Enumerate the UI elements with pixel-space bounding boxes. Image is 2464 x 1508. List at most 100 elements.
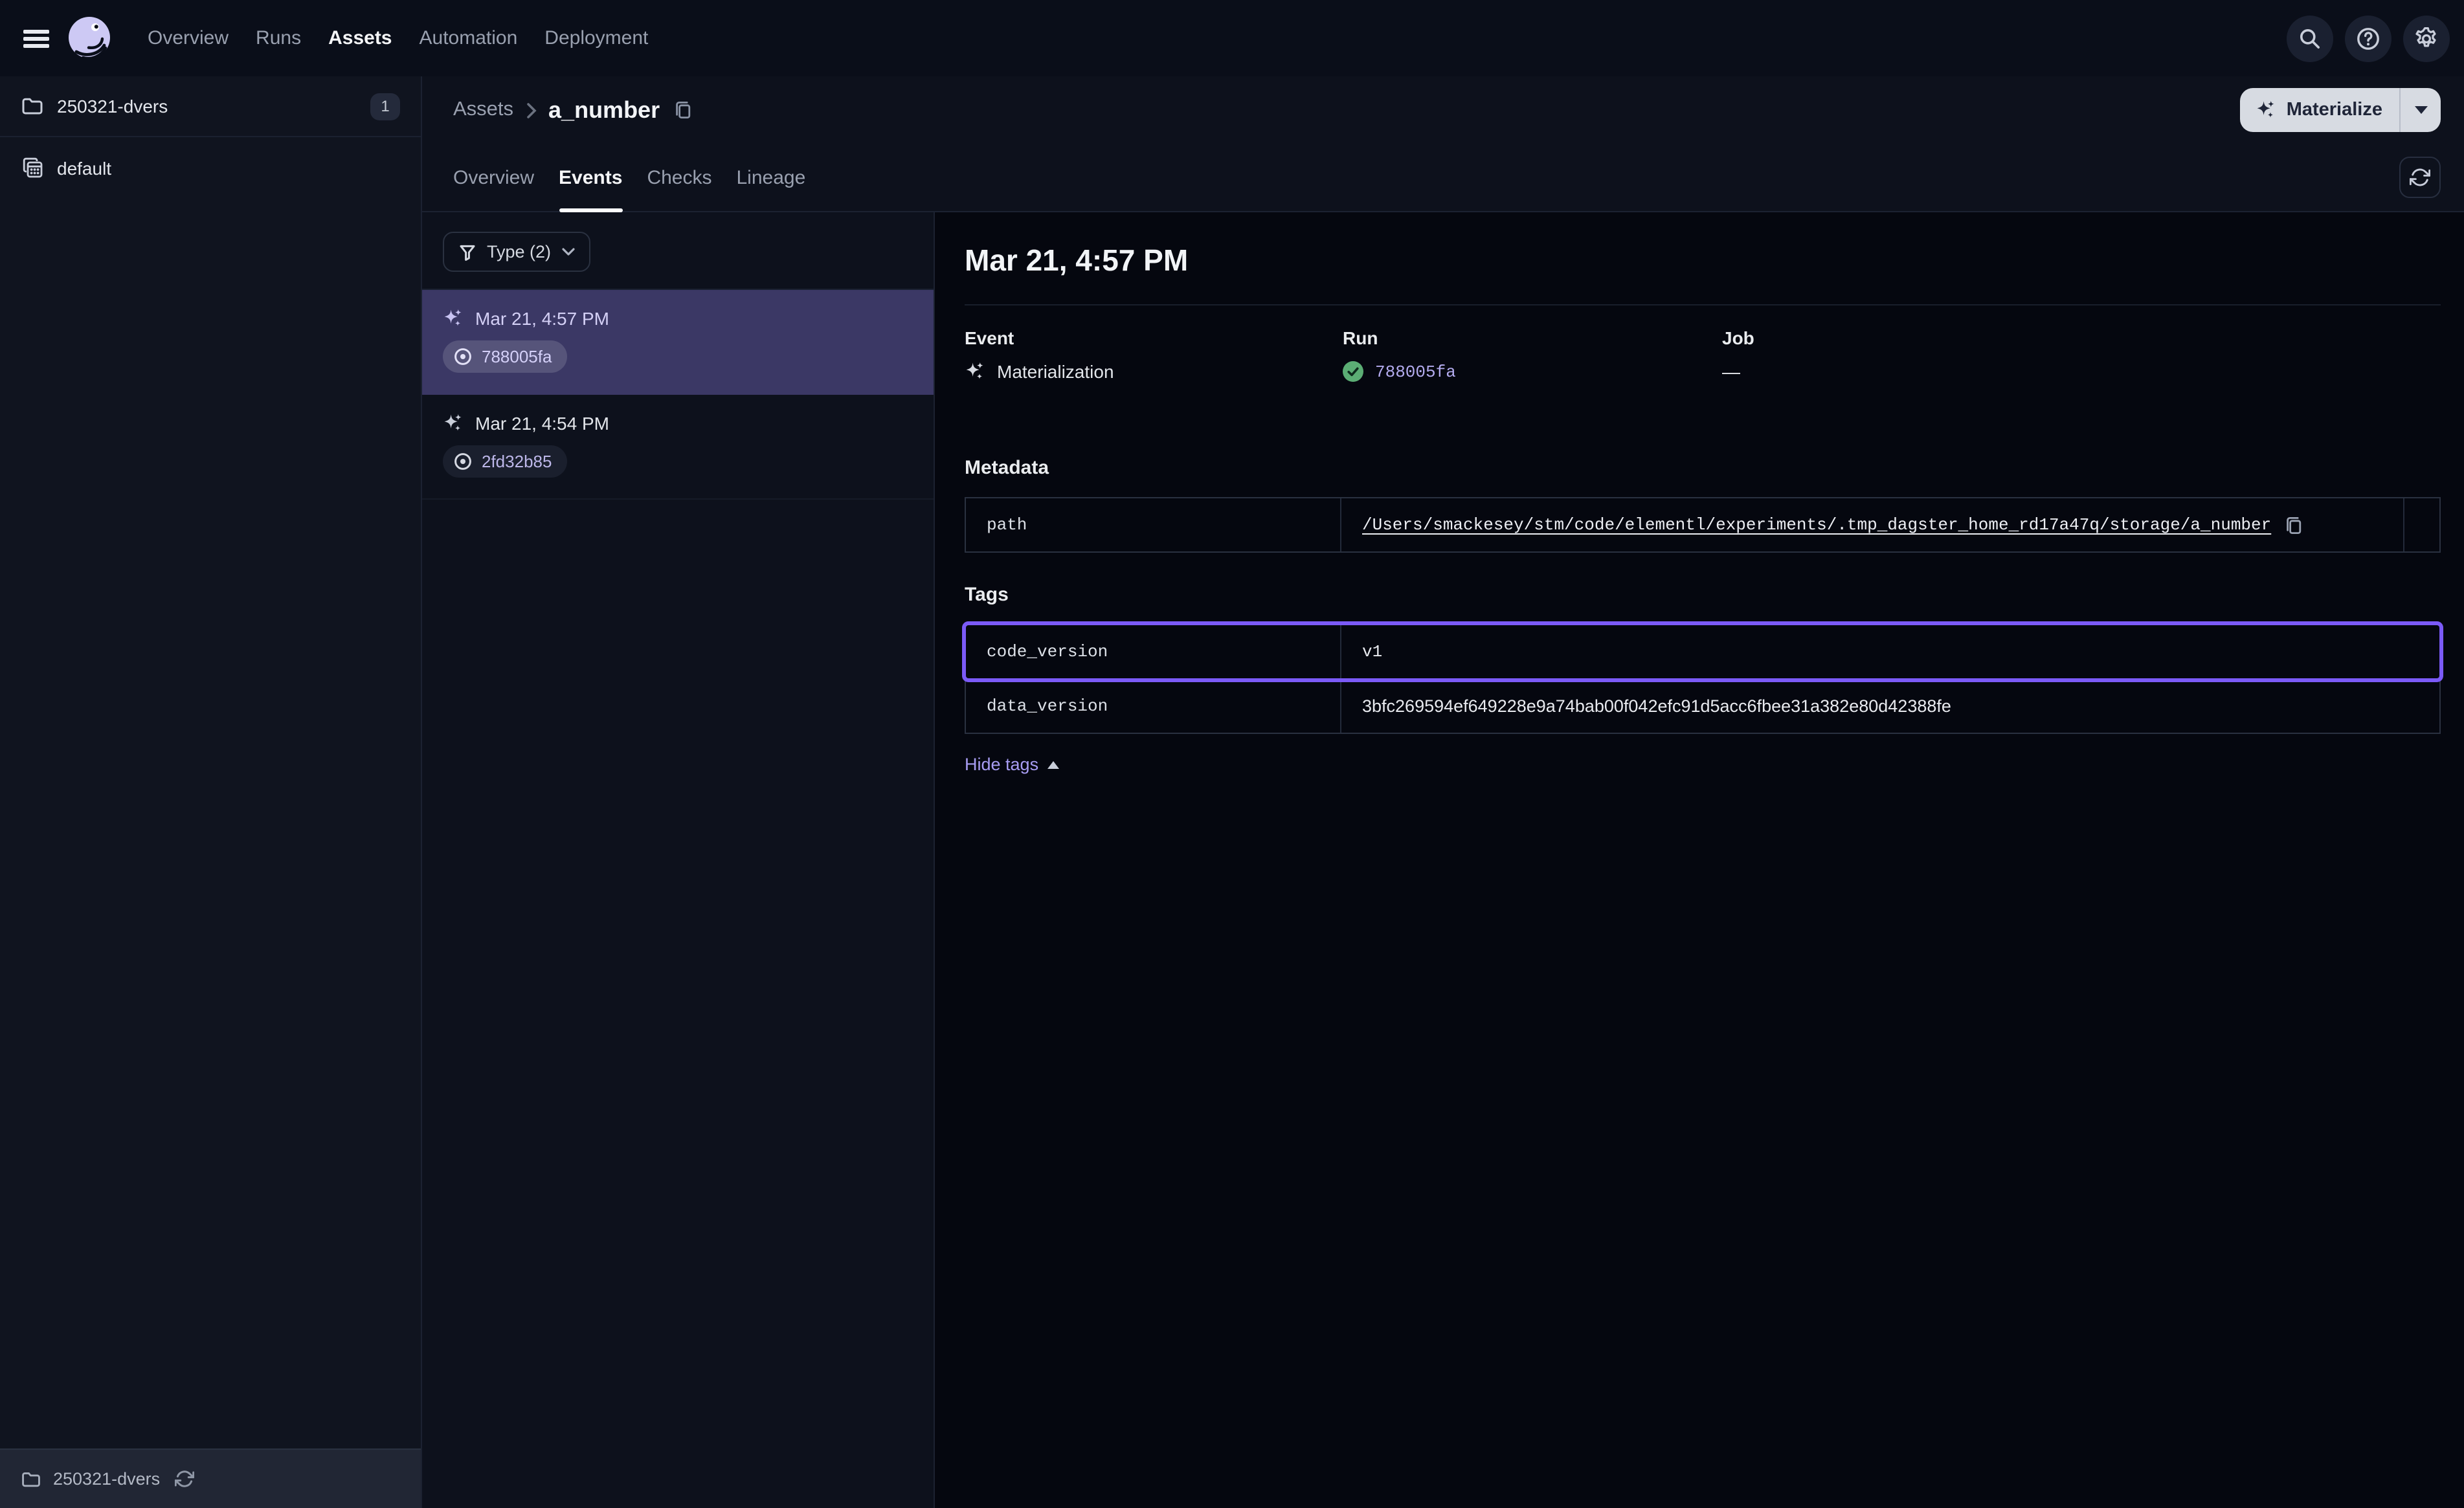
- event-column-label: Event: [965, 327, 1343, 348]
- tab-lineage[interactable]: Lineage: [737, 144, 806, 211]
- sparkle-icon: [2256, 100, 2276, 120]
- sidebar-item-code-location[interactable]: 250321-dvers 1: [0, 76, 421, 137]
- run-id-label: 788005fa: [482, 347, 552, 366]
- sidebar-item-label: 250321-dvers: [57, 96, 168, 116]
- sidebar: 250321-dvers 1 default 250321-dvers: [0, 76, 422, 1508]
- tab-overview[interactable]: Overview: [453, 144, 534, 211]
- event-detail-panel: Mar 21, 4:57 PM Event Materialization: [935, 212, 2464, 1508]
- breadcrumb-assets-link[interactable]: Assets: [453, 98, 513, 122]
- run-status-icon: [453, 452, 473, 471]
- check-circle-icon: [1343, 361, 1363, 382]
- dagster-logo[interactable]: [65, 14, 114, 63]
- primary-nav: Overview Runs Assets Automation Deployme…: [148, 27, 648, 49]
- footer-location-label: 250321-dvers: [53, 1469, 160, 1489]
- nav-item-deployment[interactable]: Deployment: [544, 27, 648, 49]
- events-list-panel: Type (2) Mar 21, 4:57 PM: [422, 212, 935, 1508]
- run-id-label: 2fd32b85: [482, 452, 552, 471]
- event-list-item[interactable]: Mar 21, 4:57 PM 788005fa: [422, 290, 934, 395]
- settings-button[interactable]: [2403, 15, 2450, 61]
- page-title: a_number: [548, 96, 660, 124]
- event-list-item[interactable]: Mar 21, 4:54 PM 2fd32b85: [422, 395, 934, 500]
- tab-events[interactable]: Events: [559, 144, 622, 211]
- tab-checks[interactable]: Checks: [647, 144, 711, 211]
- materialize-button[interactable]: Materialize: [2240, 88, 2399, 132]
- tag-value: v1: [1362, 642, 1382, 661]
- event-timestamp: Mar 21, 4:57 PM: [475, 308, 609, 329]
- run-column: Run 788005fa: [1343, 327, 1722, 382]
- refresh-button[interactable]: [2399, 157, 2441, 198]
- event-detail-title: Mar 21, 4:57 PM: [965, 212, 2441, 304]
- hide-tags-label: Hide tags: [965, 755, 1038, 774]
- sidebar-spacer: [0, 198, 421, 1448]
- metadata-key: path: [966, 498, 1341, 551]
- event-overview-grid: Event Materialization Run: [965, 327, 2441, 382]
- metadata-heading: Metadata: [965, 457, 2441, 479]
- event-time-row: Mar 21, 4:54 PM: [443, 413, 913, 434]
- table-row-code-version: code_version v1: [966, 625, 2439, 678]
- nav-item-assets[interactable]: Assets: [328, 27, 392, 49]
- main-area: Assets a_number Materialize: [422, 76, 2464, 1508]
- hamburger-menu-icon[interactable]: [13, 15, 60, 61]
- reload-location-icon[interactable]: [174, 1469, 194, 1489]
- metadata-table: path /Users/smackesey/stm/code/elementl/…: [965, 497, 2441, 553]
- nav-item-overview[interactable]: Overview: [148, 27, 229, 49]
- tag-value: 3bfc269594ef649228e9a74bab00f042efc91d5a…: [1362, 696, 1951, 716]
- run-id-pill[interactable]: 788005fa: [443, 340, 567, 373]
- job-value: —: [1722, 361, 1740, 382]
- materialization-icon: [443, 308, 464, 329]
- materialize-label: Materialize: [2287, 100, 2382, 120]
- copy-asset-name-button[interactable]: [673, 100, 692, 120]
- job-column: Job —: [1722, 327, 2441, 382]
- job-column-label: Job: [1722, 327, 2441, 348]
- copy-icon: [673, 100, 692, 120]
- table-row-data-version: data_version 3bfc269594ef649228e9a74bab0…: [966, 678, 2439, 733]
- event-timestamp: Mar 21, 4:54 PM: [475, 413, 609, 434]
- materialize-dropdown-button[interactable]: [2401, 88, 2441, 132]
- app-root: Overview Runs Assets Automation Deployme…: [0, 0, 2464, 1508]
- type-filter-label: Type (2): [487, 242, 551, 261]
- tag-key: data_version: [966, 680, 1341, 733]
- navbar-actions: [2287, 15, 2464, 61]
- folder-icon: [21, 94, 44, 118]
- chevron-right-icon: [525, 102, 537, 118]
- breadcrumb: Assets a_number Materialize: [422, 76, 2464, 144]
- help-button[interactable]: [2345, 15, 2391, 61]
- search-icon: [2298, 27, 2322, 50]
- hide-tags-link[interactable]: Hide tags: [965, 755, 1059, 774]
- event-column: Event Materialization: [965, 327, 1343, 382]
- triangle-up-icon: [1047, 760, 1059, 768]
- filter-icon: [458, 243, 476, 261]
- nav-item-runs[interactable]: Runs: [256, 27, 301, 49]
- asset-tabs: Overview Events Checks Lineage: [422, 144, 2464, 212]
- run-column-label: Run: [1343, 327, 1722, 348]
- copy-icon: [2284, 515, 2303, 535]
- chevron-down-icon: [561, 247, 574, 256]
- refresh-icon: [2410, 167, 2430, 188]
- type-filter-button[interactable]: Type (2): [443, 232, 590, 272]
- search-button[interactable]: [2287, 15, 2333, 61]
- tags-heading: Tags: [965, 584, 2441, 606]
- materialize-split-button: Materialize: [2240, 88, 2441, 132]
- divider: [965, 304, 2441, 305]
- run-id-link[interactable]: 788005fa: [1375, 362, 1456, 381]
- nav-item-automation[interactable]: Automation: [420, 27, 518, 49]
- top-navbar: Overview Runs Assets Automation Deployme…: [0, 0, 2464, 76]
- table-action-cell: [2403, 498, 2439, 551]
- app-body: 250321-dvers 1 default 250321-dvers: [0, 76, 2464, 1508]
- folder-icon: [21, 1469, 41, 1489]
- metadata-path-link[interactable]: /Users/smackesey/stm/code/elementl/exper…: [1362, 515, 2271, 535]
- copy-path-button[interactable]: [2284, 515, 2303, 535]
- sidebar-group-label: default: [57, 157, 111, 178]
- tag-key: code_version: [966, 625, 1341, 678]
- sidebar-footer-code-location[interactable]: 250321-dvers: [0, 1448, 421, 1508]
- sidebar-item-group-default[interactable]: default: [0, 137, 421, 198]
- caret-down-icon: [2414, 106, 2427, 114]
- asset-group-icon: [21, 156, 44, 179]
- gear-icon: [2414, 25, 2439, 51]
- run-id-pill[interactable]: 2fd32b85: [443, 445, 567, 478]
- tags-table: code_version v1 data_version 3bfc269594e…: [965, 624, 2441, 734]
- asset-count-badge: 1: [370, 93, 400, 120]
- content-row: Type (2) Mar 21, 4:57 PM: [422, 212, 2464, 1508]
- help-icon: [2355, 25, 2381, 51]
- filter-row: Type (2): [422, 212, 934, 290]
